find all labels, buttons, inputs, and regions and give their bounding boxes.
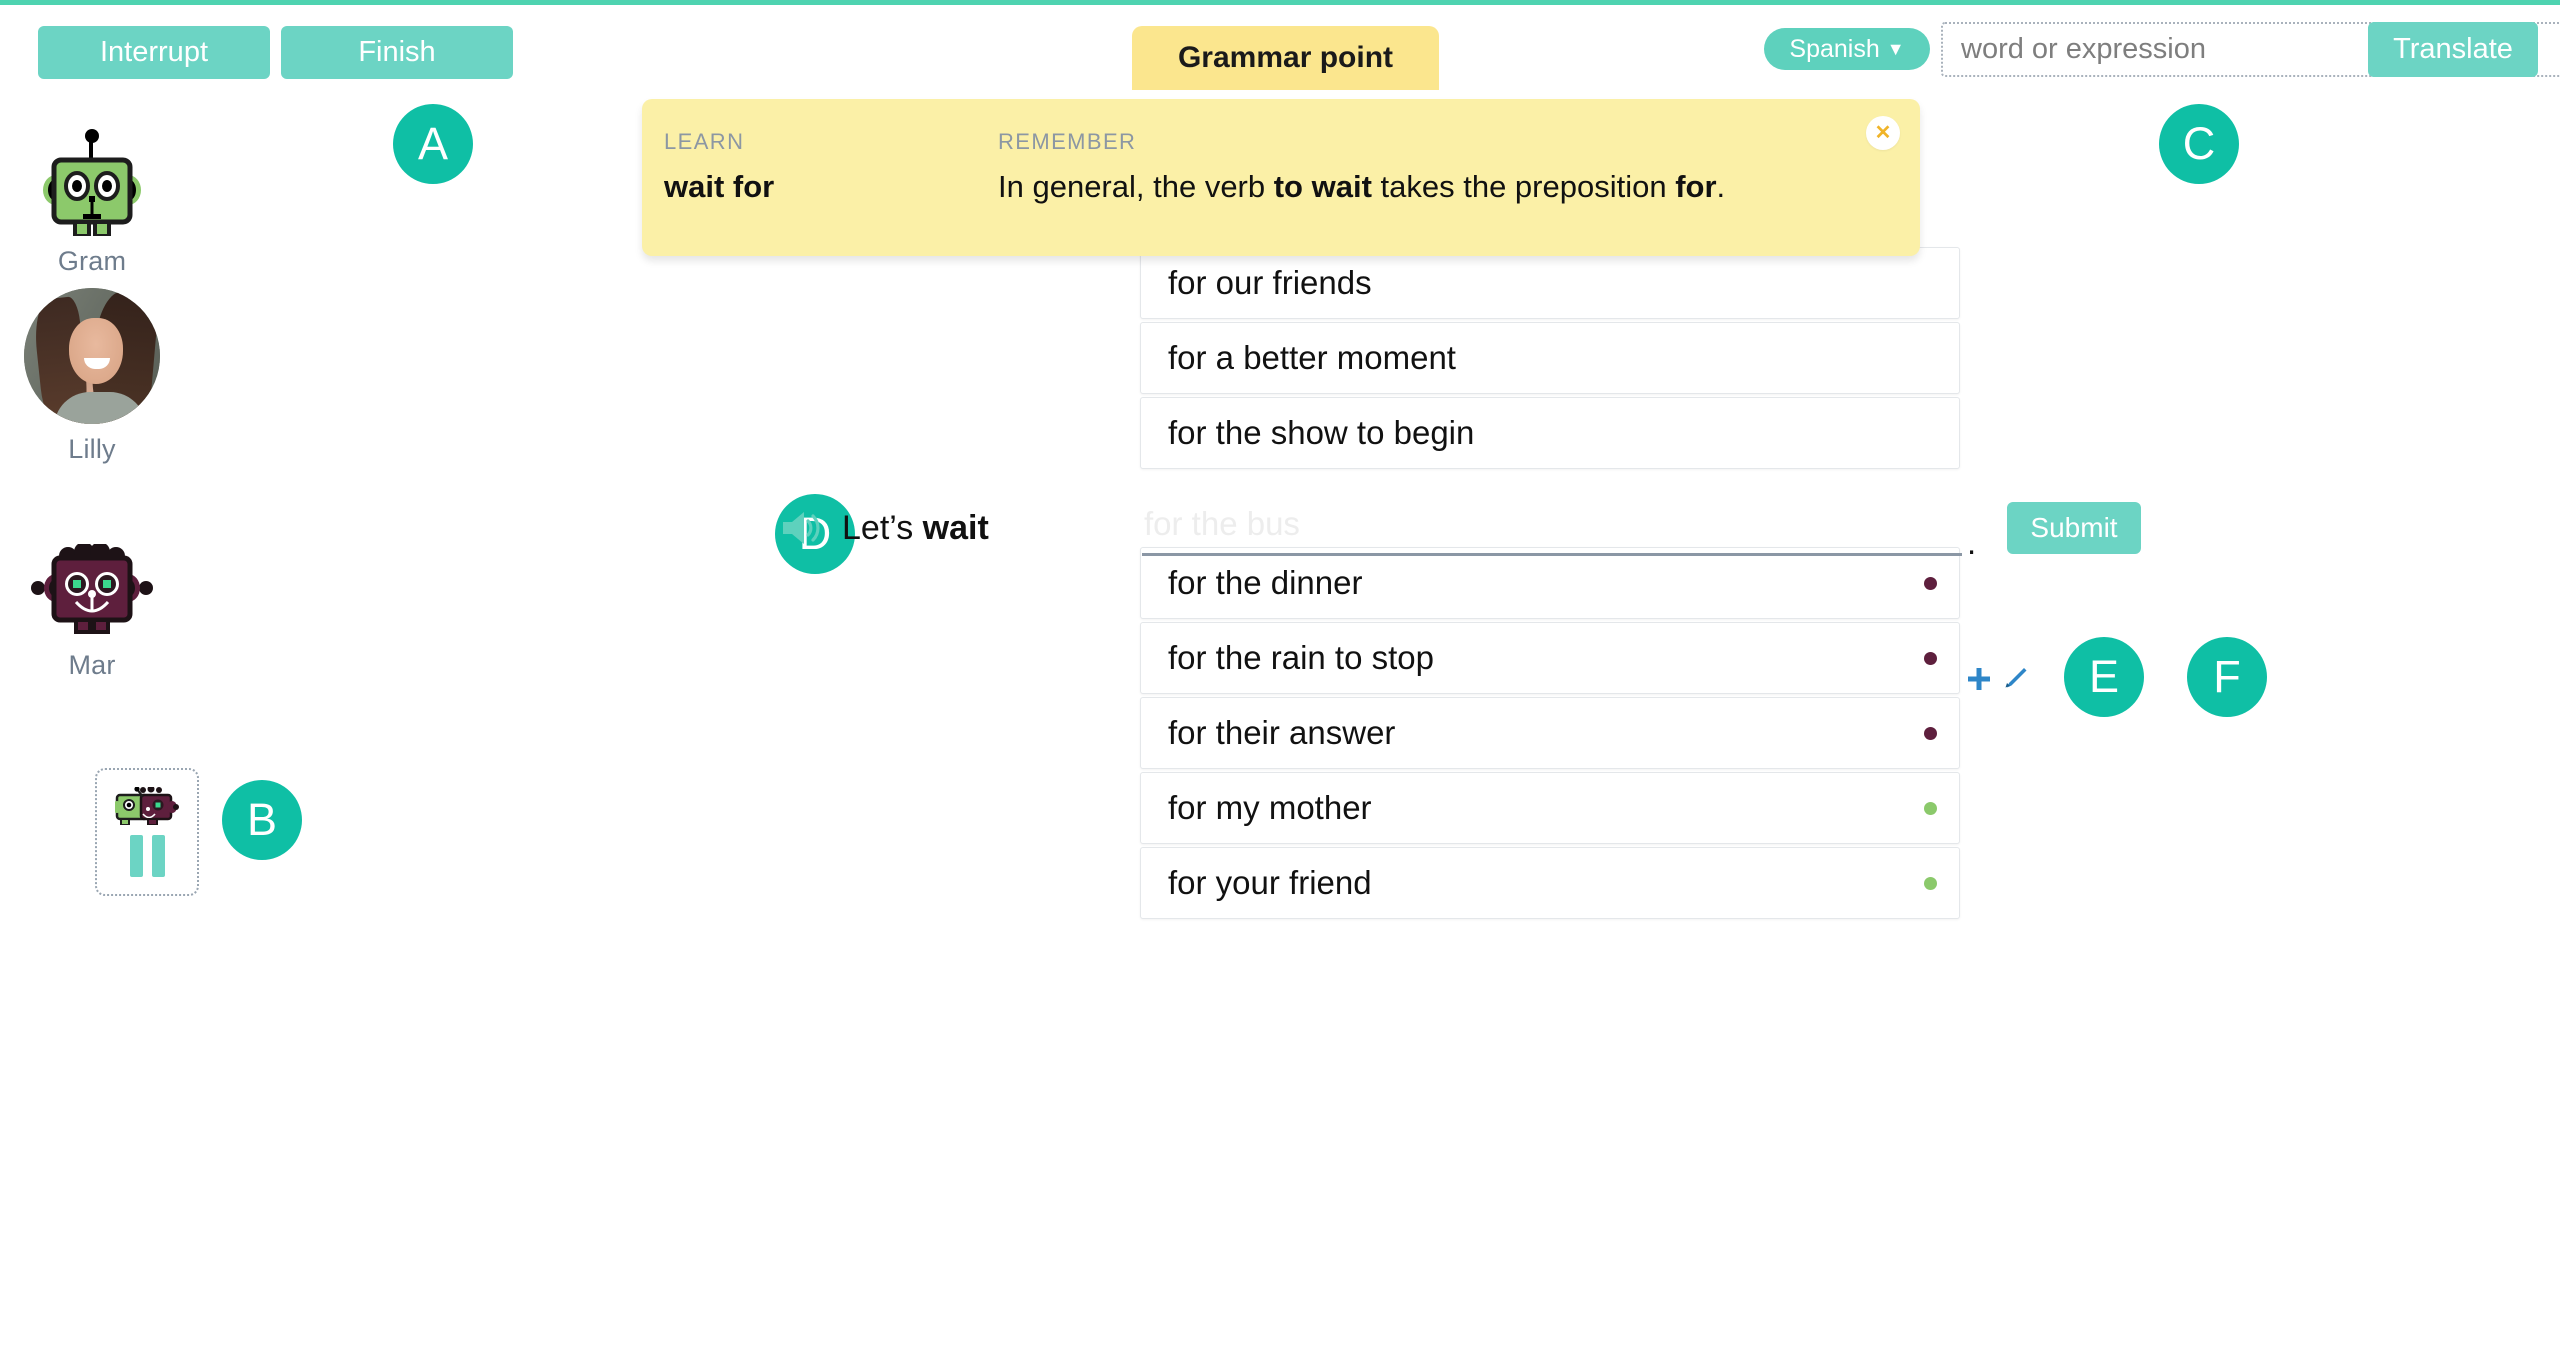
callout-badge-e: E	[2064, 637, 2144, 717]
status-dot	[1924, 726, 1937, 740]
remember-label: REMEMBER	[998, 129, 1137, 154]
remember-value: In general, the verb to wait takes the p…	[998, 169, 1725, 205]
chevron-down-icon: ▼	[1886, 38, 1905, 59]
pause-session-card[interactable]	[95, 768, 199, 896]
remember-prefix: In general, the verb	[998, 169, 1274, 204]
suggestion-label: for the dinner	[1168, 564, 1363, 601]
answer-input[interactable]	[1142, 498, 1962, 556]
translate-button[interactable]: Translate	[2368, 22, 2538, 77]
remember-bold-prep: for	[1675, 169, 1717, 204]
participant-mar[interactable]: Mar	[2, 544, 182, 681]
learn-column: LEARN wait for	[664, 129, 774, 205]
suggestion-row[interactable]: for your friend	[1140, 847, 1960, 919]
learn-label: LEARN	[664, 129, 745, 154]
remember-middle: takes the preposition	[1371, 169, 1676, 204]
suggestion-row[interactable]: for a better moment	[1140, 322, 1960, 394]
exercise-prompt-row: Let’s wait	[780, 492, 989, 564]
status-dot	[1924, 876, 1937, 890]
app-root: Interrupt Finish Gram Lilly Mar Grammar …	[0, 0, 2560, 1372]
row-tools	[1966, 665, 2028, 693]
finish-button[interactable]: Finish	[281, 26, 513, 79]
suggestion-label: for their answer	[1168, 714, 1396, 751]
grammar-point-tab[interactable]: Grammar point	[1132, 26, 1439, 90]
suggestion-row[interactable]: for their answer	[1140, 697, 1960, 769]
suggestion-label: for the rain to stop	[1168, 639, 1434, 676]
pencil-icon[interactable]	[2000, 665, 2028, 693]
status-dot	[1924, 801, 1937, 815]
callout-badge-b: B	[222, 780, 302, 860]
prompt-text: Let’s wait	[842, 509, 989, 548]
language-select-label: Spanish	[1789, 34, 1880, 63]
participant-gram[interactable]: Gram	[2, 128, 182, 277]
suggestion-row[interactable]: for my mother	[1140, 772, 1960, 844]
prompt-prefix: Let’s	[842, 508, 923, 547]
suggestion-label: for your friend	[1168, 864, 1372, 901]
callout-badge-a: A	[393, 104, 473, 184]
robot-duo-icon	[115, 787, 179, 825]
top-accent-rule	[0, 0, 2560, 5]
status-dot	[1924, 576, 1937, 590]
suggestion-label: for my mother	[1168, 789, 1372, 826]
callout-badge-c: C	[2159, 104, 2239, 184]
suggestion-label: for a better moment	[1168, 339, 1456, 376]
callout-badge-f: F	[2187, 637, 2267, 717]
suggestion-row[interactable]: for the show to begin	[1140, 397, 1960, 469]
robot-green-avatar-icon	[43, 129, 141, 236]
status-dot	[1924, 651, 1937, 665]
sentence-period: .	[1967, 524, 1977, 561]
participant-name: Lilly	[68, 434, 116, 464]
participant-name: Gram	[57, 246, 127, 276]
remember-suffix: .	[1716, 169, 1726, 204]
plus-icon[interactable]	[1966, 666, 1992, 692]
pause-icon	[129, 835, 165, 877]
interrupt-button[interactable]: Interrupt	[38, 26, 270, 79]
submit-button[interactable]: Submit	[2007, 502, 2141, 554]
prompt-verb: wait	[922, 508, 989, 547]
remember-column: REMEMBER In general, the verb to wait ta…	[998, 129, 1725, 205]
grammar-point-tooltip: LEARN wait for REMEMBER In general, the …	[642, 99, 1920, 256]
suggestion-row[interactable]: for our friends	[1140, 247, 1960, 319]
close-icon[interactable]: ✕	[1866, 116, 1900, 150]
robot-purple-avatar-icon	[31, 544, 153, 634]
suggestion-row[interactable]: for the rain to stop	[1140, 622, 1960, 694]
learn-value: wait for	[664, 169, 775, 204]
suggestion-label: for the show to begin	[1168, 414, 1475, 451]
avatar-photo	[24, 288, 160, 424]
suggestion-row[interactable]: for the dinner	[1140, 547, 1960, 619]
participant-lilly[interactable]: Lilly	[2, 288, 182, 465]
speaker-icon[interactable]	[780, 509, 824, 547]
suggestion-label: for our friends	[1168, 264, 1372, 301]
language-select[interactable]: Spanish ▼	[1764, 28, 1930, 70]
participant-name: Mar	[68, 650, 116, 680]
remember-bold-verb: to wait	[1273, 169, 1372, 204]
